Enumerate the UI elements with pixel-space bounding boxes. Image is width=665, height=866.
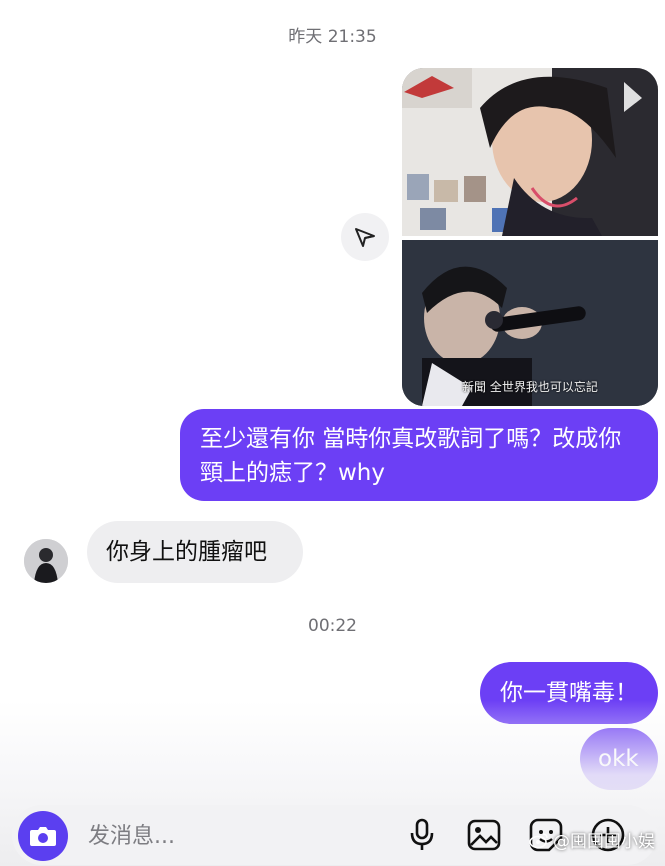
camera-icon xyxy=(30,827,56,846)
message-text: 你身上的腫瘤吧 xyxy=(106,539,267,565)
message-input[interactable] xyxy=(86,819,300,853)
message-bubble-outgoing[interactable]: 至少還有你 當時你真改歌詞了嗎？改成你頸上的痣了？why xyxy=(180,409,658,501)
message-text: 至少還有你 當時你真改歌詞了嗎？改成你頸上的痣了？why xyxy=(200,426,622,486)
shared-post[interactable]: 新聞 全世界我也可以忘記 xyxy=(402,68,658,406)
avatar-image xyxy=(24,539,68,583)
avatar[interactable] xyxy=(24,539,68,583)
message-text: 你一貫嘴毒！ xyxy=(500,680,638,706)
camera-button[interactable] xyxy=(18,811,68,861)
message-bubble-incoming[interactable]: 你身上的腫瘤吧 xyxy=(87,521,303,583)
image-icon xyxy=(467,819,501,851)
message-text: okk xyxy=(598,746,639,772)
microphone-icon xyxy=(410,818,434,850)
watermark-text: @囤囤囤小娱 xyxy=(553,832,655,852)
timestamp: 昨天 21:35 xyxy=(288,27,377,47)
send-icon xyxy=(355,228,375,247)
message-bubble-outgoing[interactable]: okk xyxy=(580,728,658,790)
post-subtitle: 新聞 全世界我也可以忘記 xyxy=(462,380,598,394)
watermark: @囤囤囤小娱 xyxy=(529,827,655,852)
microphone-button[interactable] xyxy=(402,815,442,855)
gallery-button[interactable] xyxy=(464,815,504,855)
share-button[interactable] xyxy=(341,213,389,261)
shared-post-image xyxy=(402,68,658,406)
message-bubble-outgoing[interactable]: 你一貫嘴毒！ xyxy=(480,662,658,724)
timestamp: 00:22 xyxy=(308,616,357,636)
weibo-logo-icon xyxy=(529,832,548,848)
